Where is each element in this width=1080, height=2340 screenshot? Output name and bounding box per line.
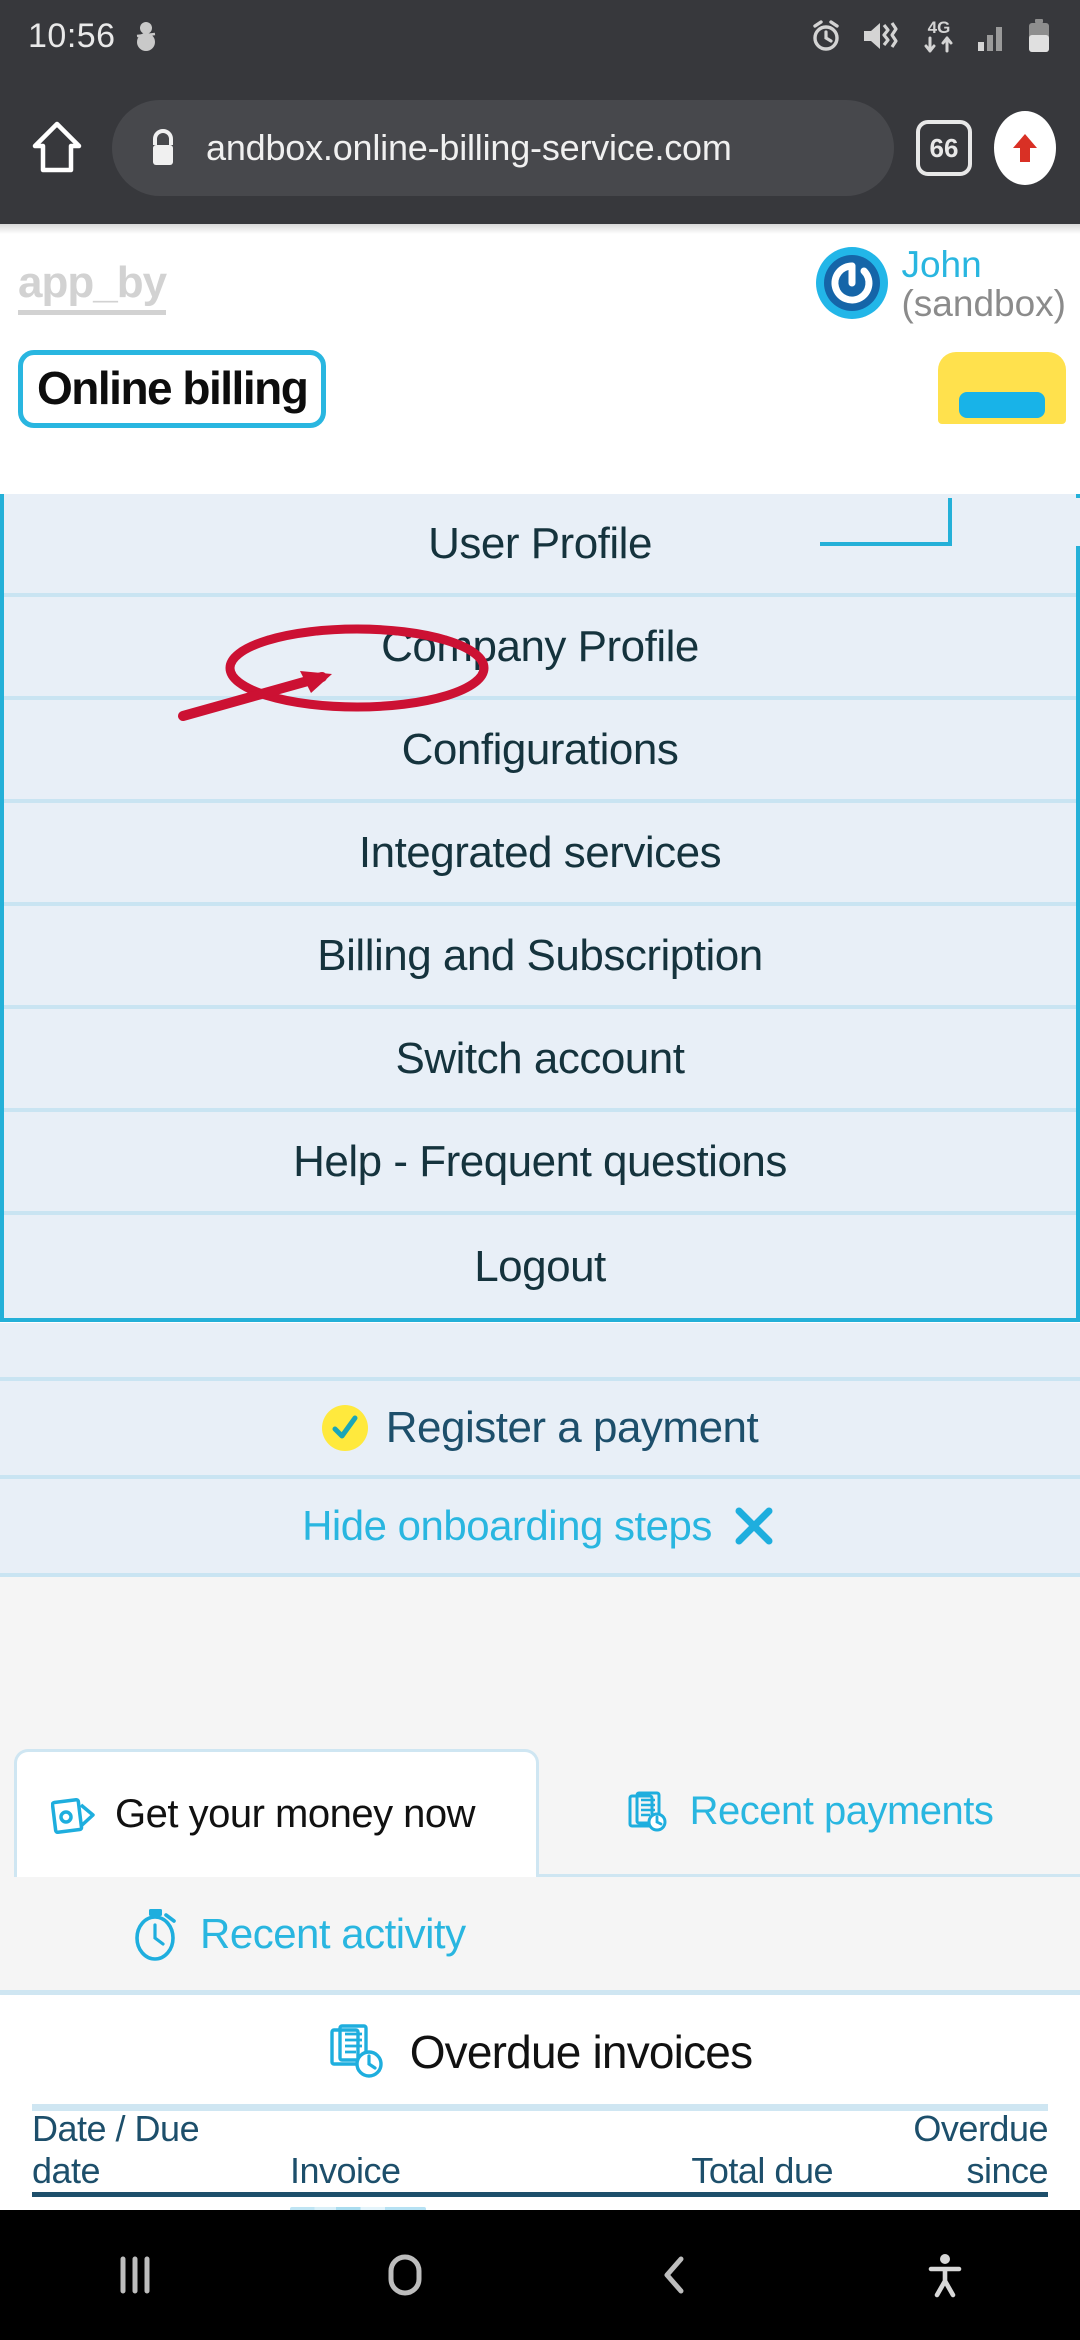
hide-onboarding-row[interactable]: Hide onboarding steps <box>0 1479 1080 1577</box>
menu-item-company-profile[interactable]: Company Profile <box>4 597 1076 700</box>
home-button-nav[interactable] <box>345 2215 465 2335</box>
menu-item-switch-account[interactable]: Switch account <box>4 1009 1076 1112</box>
register-payment-label: Register a payment <box>385 1403 759 1452</box>
onboarding-step-partial <box>0 1323 1080 1381</box>
accessibility-icon <box>928 2254 962 2298</box>
menu-item-billing-subscription[interactable]: Billing and Subscription <box>4 906 1076 1009</box>
menu-item-help[interactable]: Help - Frequent questions <box>4 1112 1076 1215</box>
yellow-button-bar <box>959 392 1045 418</box>
section-divider-gap <box>0 1549 1080 1749</box>
recent-activity-label: Recent activity <box>200 1909 466 1957</box>
overdue-invoices-table: Date / Due date Invoice Total due Overdu… <box>32 2108 1049 2210</box>
menu-label: Billing and Subscription <box>317 930 763 980</box>
overdue-invoices-card: Overdue invoices Date / Due date Invoice… <box>0 2000 1080 2210</box>
invoice-clock-icon <box>329 2024 383 2078</box>
battery-icon <box>1029 19 1049 52</box>
menu-label: Integrated services <box>358 827 722 877</box>
android-navigation-bar <box>0 2210 1080 2340</box>
recent-activity-row[interactable]: Recent activity <box>0 1877 1080 1995</box>
product-title: Online billing <box>18 350 327 428</box>
menu-item-user-profile[interactable]: User Profile <box>4 494 1076 597</box>
app-by-logo: app_by <box>18 258 167 315</box>
menu-label: Configurations <box>401 724 679 774</box>
browser-menu-button[interactable] <box>994 111 1056 185</box>
close-x-icon[interactable] <box>730 1502 778 1550</box>
status-bar-left: 10:56 <box>28 17 160 56</box>
overdue-invoices-title-row: Overdue invoices <box>0 2000 1080 2104</box>
money-bills-icon <box>51 1797 95 1834</box>
tab-counter-button[interactable]: 66 <box>916 120 972 176</box>
mute-vibrate-icon <box>864 22 898 49</box>
content-tabs: Get your money now Recent payments <box>0 1749 1080 1877</box>
hide-onboarding-label: Hide onboarding steps <box>302 1502 712 1549</box>
yellow-action-button[interactable] <box>938 352 1066 424</box>
tab-count-label: 66 <box>929 132 959 163</box>
tab-recent-payments[interactable]: Recent payments <box>539 1749 1080 1877</box>
signal-bars-icon <box>978 27 1002 51</box>
power-swirl-avatar-icon <box>816 247 889 319</box>
back-button[interactable] <box>615 2215 735 2335</box>
menu-label: Switch account <box>395 1033 685 1083</box>
status-bar: 10:56 4G <box>0 0 1080 72</box>
url-text: andbox.online-billing-service.com <box>206 127 732 168</box>
column-header-total: Total due <box>691 2150 833 2191</box>
column-header-overdue: Overdue since <box>913 2108 1048 2191</box>
menu-label: Logout <box>474 1241 606 1291</box>
snowman-icon <box>136 22 155 51</box>
user-name: John <box>901 244 982 285</box>
check-glyph-icon <box>332 1415 358 1439</box>
column-header-date: Date / Due date <box>32 2108 200 2191</box>
menu-label: Company Profile <box>381 621 699 671</box>
column-header-invoice: Invoice <box>290 2150 401 2191</box>
upload-arrow-icon <box>1013 134 1037 162</box>
user-dropdown-menu: User Profile Company Profile Configurati… <box>0 494 1080 1322</box>
yellow-check-icon <box>321 1405 368 1451</box>
stopwatch-icon <box>135 1908 176 1961</box>
home-circle-icon <box>388 2254 422 2296</box>
status-bar-right: 4G <box>808 16 1052 56</box>
browser-toolbar: andbox.online-billing-service.com 66 <box>0 72 1080 224</box>
menu-item-integrated-services[interactable]: Integrated services <box>4 803 1076 906</box>
home-icon <box>32 121 82 173</box>
alarm-icon <box>813 20 839 51</box>
menu-item-configurations[interactable]: Configurations <box>4 700 1076 803</box>
table-header-row: Date / Due date Invoice Total due Overdu… <box>32 2108 1049 2197</box>
overdue-invoices-title: Overdue invoices <box>409 2026 753 2078</box>
address-bar[interactable]: andbox.online-billing-service.com <box>112 100 894 196</box>
onboarding-step-register-payment[interactable]: Register a payment <box>0 1381 1080 1479</box>
menu-label: User Profile <box>428 518 652 568</box>
menu-label: Help - Frequent questions <box>293 1136 787 1186</box>
tab-label: Recent payments <box>689 1789 994 1833</box>
4g-data-icon: 4G <box>924 18 953 53</box>
user-menu-trigger[interactable]: John (sandbox) <box>815 242 1066 324</box>
recents-icon <box>120 2256 150 2294</box>
clock-time: 10:56 <box>28 16 116 55</box>
svg-text:4G: 4G <box>928 18 951 37</box>
table-row[interactable]: 2020-08-31 / 2020-09-17 EUR 22 days <box>32 2197 1048 2210</box>
menu-item-logout[interactable]: Logout <box>4 1215 1076 1318</box>
phone-screen: 10:56 4G andbox.online-billing-service.c… <box>0 0 1080 2340</box>
web-page: app_by Online billing John (sandbox) Use… <box>0 224 1080 2210</box>
tab-label: Get your money now <box>115 1792 476 1836</box>
recents-button[interactable] <box>75 2215 195 2335</box>
site-header: app_by Online billing John (sandbox) <box>0 224 1080 428</box>
user-label-group: John (sandbox) <box>901 242 1066 324</box>
invoice-stack-icon <box>628 1791 667 1831</box>
back-chevron-icon <box>664 2256 684 2294</box>
home-button[interactable] <box>24 115 90 181</box>
accessibility-button[interactable] <box>885 2215 1005 2335</box>
onboarding-steps: Register a payment Hide onboarding steps <box>0 1323 1080 1577</box>
lock-icon <box>153 129 173 165</box>
tab-get-your-money-now[interactable]: Get your money now <box>14 1749 539 1877</box>
user-environment: (sandbox) <box>901 282 1066 324</box>
